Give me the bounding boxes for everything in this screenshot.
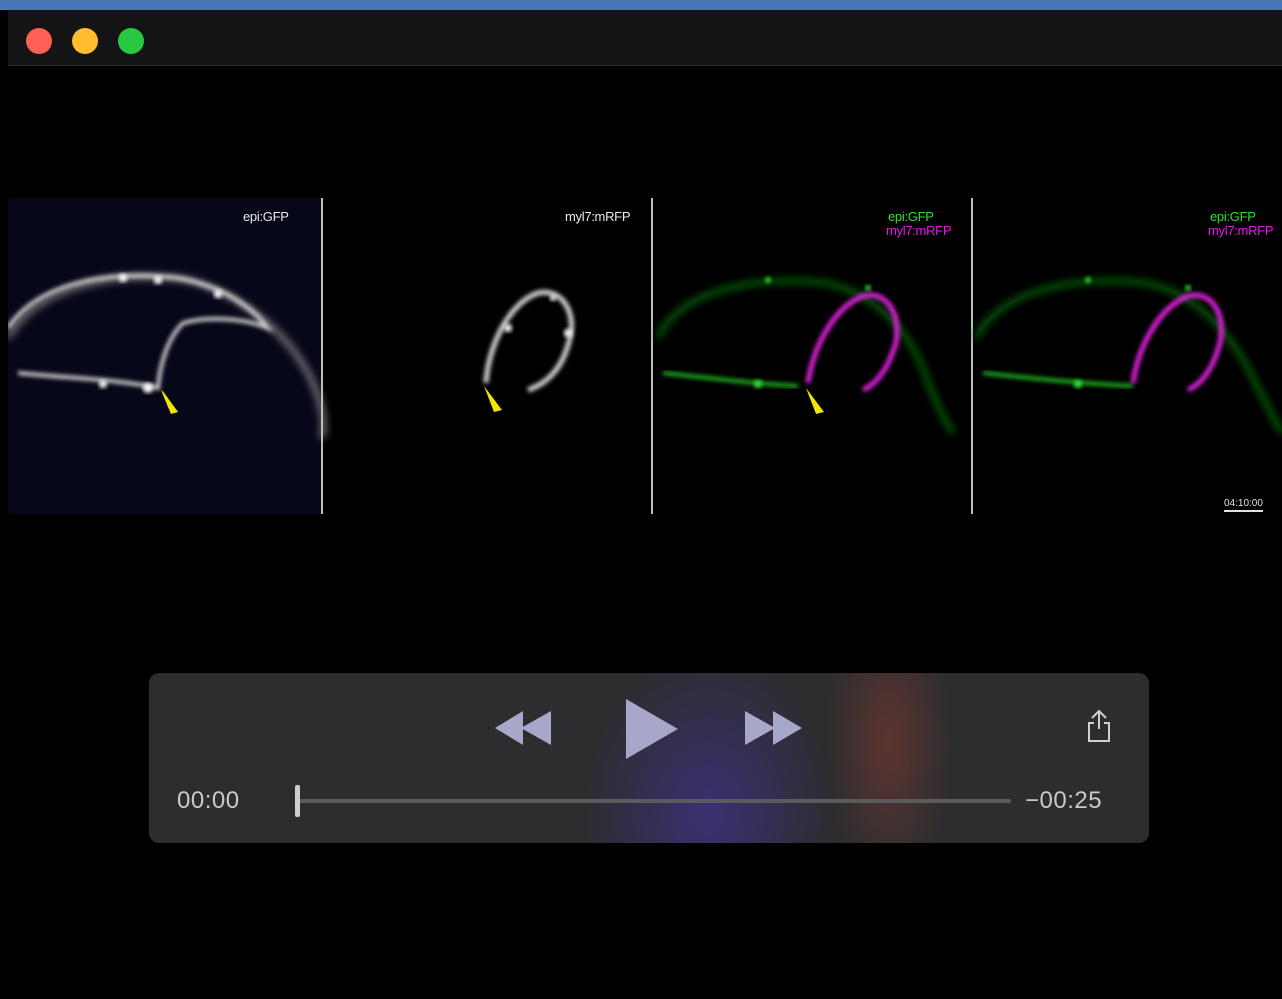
play-icon	[626, 699, 678, 759]
video-frame[interactable]: epi:GFP myl7:mRFP epi:GFP myl7:mRFP epi:…	[8, 198, 1282, 514]
rewind-button[interactable]	[495, 711, 553, 745]
title-bar[interactable]	[8, 10, 1282, 66]
panel-1-label: epi:GFP	[243, 209, 289, 224]
fast-forward-button[interactable]	[745, 711, 803, 745]
panel-divider	[971, 198, 973, 514]
microscopy-image	[8, 198, 1282, 514]
fast-forward-icon	[745, 711, 802, 745]
scrubber-handle[interactable]	[295, 785, 300, 817]
zoom-window-button[interactable]	[118, 28, 144, 54]
arrow-icon	[484, 386, 502, 412]
panel-3-label-rfp: myl7:mRFP	[886, 223, 952, 238]
panel-merge-image	[655, 277, 956, 435]
rewind-icon	[495, 711, 551, 745]
panel-divider	[651, 198, 653, 514]
remaining-time: −00:25	[1025, 787, 1103, 814]
elapsed-time: 00:00	[177, 787, 240, 814]
arrow-icon	[806, 388, 824, 414]
panel-divider	[321, 198, 323, 514]
panel-4-label-rfp: myl7:mRFP	[1208, 223, 1274, 238]
panel-3-label-gfp: epi:GFP	[888, 209, 934, 224]
minimize-window-button[interactable]	[72, 28, 98, 54]
playback-scrubber[interactable]	[295, 785, 1011, 817]
play-button[interactable]	[626, 699, 680, 759]
panel-merge-image-2	[973, 277, 1282, 435]
desktop-top-stripe	[0, 0, 1282, 10]
video-timestamp: 04:10:00	[1224, 498, 1263, 512]
panel-2-label: myl7:mRFP	[565, 209, 631, 224]
playback-controls: 00:00 −00:25	[149, 673, 1149, 843]
player-window: epi:GFP myl7:mRFP epi:GFP myl7:mRFP epi:…	[8, 10, 1282, 999]
panel-myl7-mrfp-image	[483, 289, 574, 412]
share-icon	[1088, 709, 1110, 742]
close-window-button[interactable]	[26, 28, 52, 54]
share-button[interactable]	[1087, 709, 1111, 743]
panel-4-label-gfp: epi:GFP	[1210, 209, 1256, 224]
